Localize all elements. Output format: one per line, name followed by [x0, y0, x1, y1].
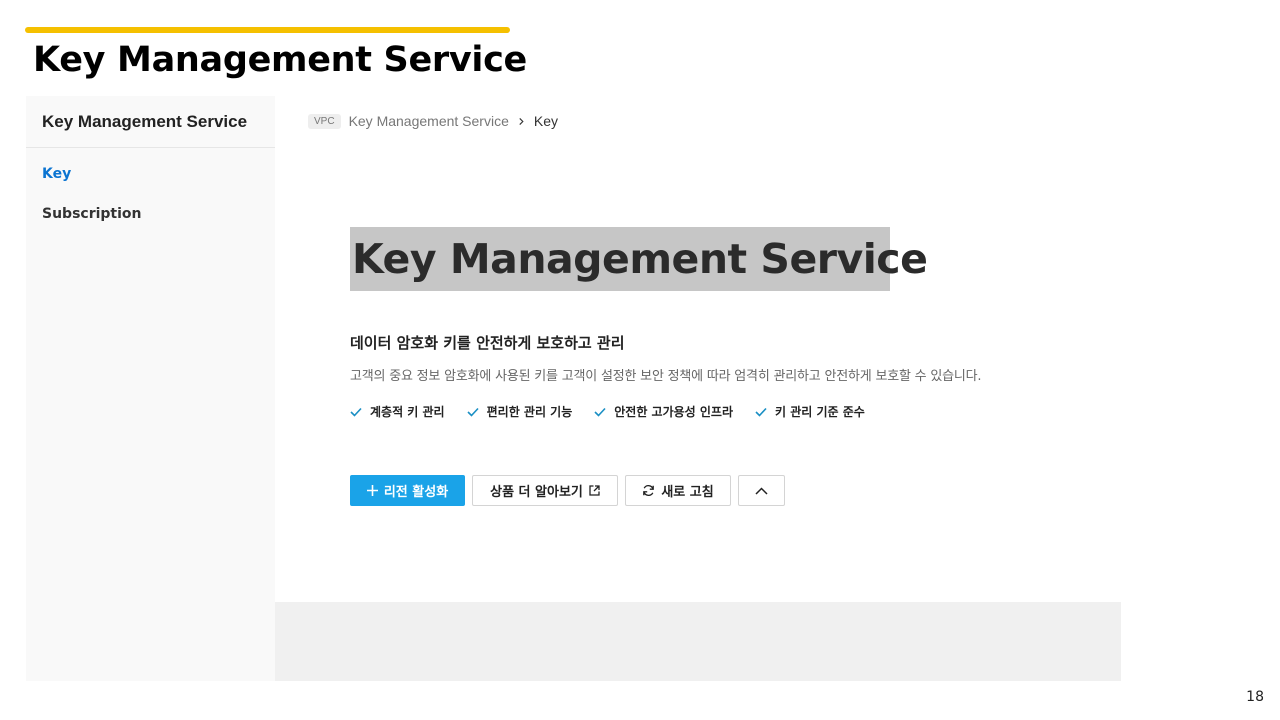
- plus-icon: [366, 485, 378, 496]
- title-accent-bar: [25, 27, 510, 33]
- vpc-badge: VPC: [308, 113, 341, 129]
- check-icon: [594, 407, 606, 417]
- main-content: VPC Key Management Service Key Key Manag…: [275, 96, 1121, 681]
- refresh-icon: [643, 485, 655, 496]
- sidebar-title: Key Management Service: [26, 96, 275, 148]
- feature-label: 안전한 고가용성 인프라: [614, 405, 734, 419]
- feature-label: 키 관리 기준 준수: [775, 405, 865, 419]
- feature-label: 편리한 관리 기능: [486, 405, 573, 419]
- check-icon: [755, 407, 767, 417]
- chevron-up-icon: [755, 486, 768, 495]
- feature-item: 안전한 고가용성 인프라: [594, 403, 733, 420]
- chevron-right-icon: [519, 117, 524, 125]
- learn-more-button[interactable]: 상품 더 알아보기: [472, 475, 618, 506]
- check-icon: [350, 407, 362, 417]
- refresh-button[interactable]: 새로 고침: [625, 475, 731, 506]
- feature-list: 계층적 키 관리 편리한 관리 기능 안전한 고가용성 인프라 키 관리 기준 …: [350, 403, 887, 420]
- feature-item: 키 관리 기준 준수: [755, 403, 865, 420]
- feature-item: 편리한 관리 기능: [467, 403, 573, 420]
- content-footer-panel: [275, 602, 1121, 681]
- console-screenshot: Key Management Service Key Subscription …: [26, 96, 1121, 681]
- activate-region-label: 리전 활성화: [383, 485, 449, 500]
- slide-title: Key Management Service: [33, 40, 527, 80]
- collapse-button[interactable]: [738, 475, 785, 506]
- learn-more-label: 상품 더 알아보기: [490, 485, 583, 500]
- breadcrumb: VPC Key Management Service Key: [308, 113, 558, 129]
- sidebar: Key Management Service Key Subscription: [26, 96, 275, 681]
- action-bar: 리전 활성화 상품 더 알아보기 새로 고침: [350, 475, 792, 506]
- page-number: 18: [1246, 689, 1264, 705]
- activate-region-button[interactable]: 리전 활성화: [350, 475, 465, 506]
- sidebar-item-subscription[interactable]: Subscription: [26, 194, 275, 234]
- hero-subtitle: 데이터 암호화 키를 안전하게 보호하고 관리: [350, 334, 625, 352]
- sidebar-menu: Key Subscription: [26, 148, 275, 234]
- check-icon: [467, 407, 479, 417]
- feature-label: 계층적 키 관리: [370, 405, 445, 419]
- breadcrumb-service-link[interactable]: Key Management Service: [349, 113, 509, 129]
- hero-title: Key Management Service: [350, 227, 928, 291]
- hero-description: 고객의 중요 정보 암호화에 사용된 키를 고객이 설정한 보안 정책에 따라 …: [350, 369, 982, 384]
- feature-item: 계층적 키 관리: [350, 403, 445, 420]
- sidebar-item-key[interactable]: Key: [26, 154, 275, 194]
- breadcrumb-current: Key: [533, 113, 558, 129]
- external-link-icon: [589, 485, 600, 496]
- refresh-label: 새로 고침: [661, 485, 714, 500]
